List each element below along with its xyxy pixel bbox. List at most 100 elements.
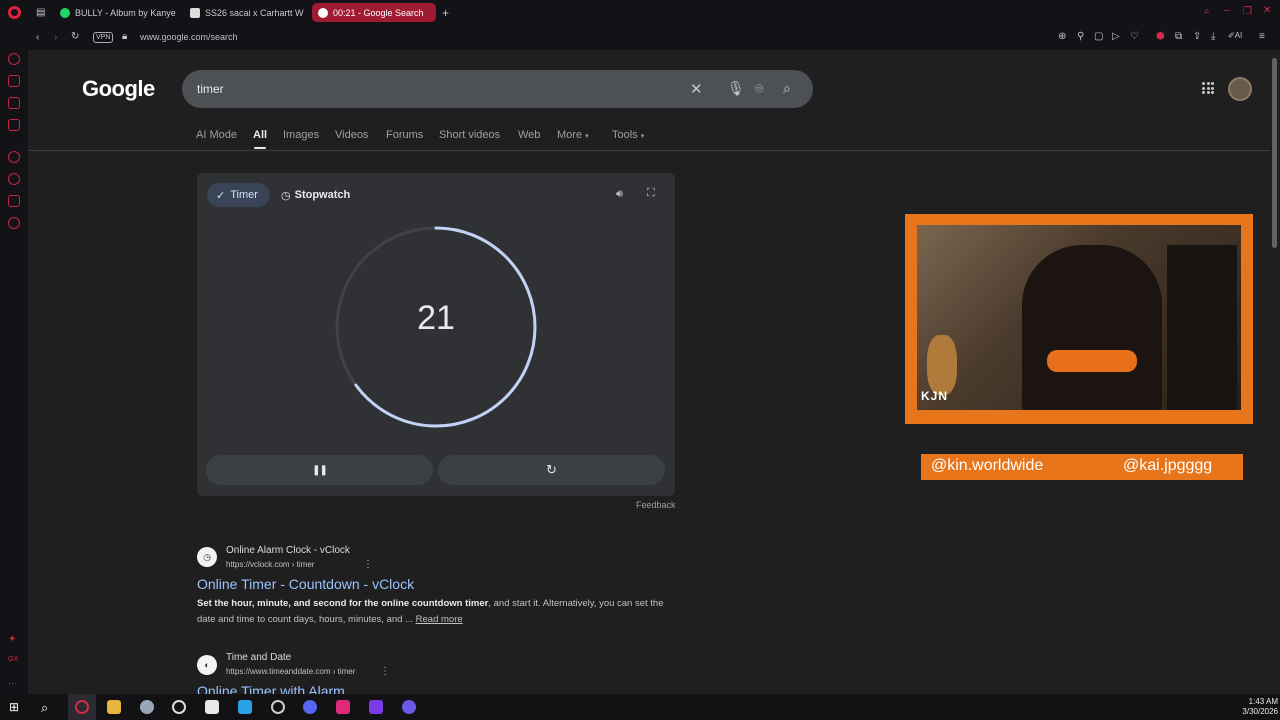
- more-options-icon[interactable]: ⋮: [380, 666, 390, 677]
- search-icon[interactable]: ⌕: [41, 700, 55, 715]
- more-options-icon[interactable]: ⋮: [363, 559, 373, 570]
- app-blue-icon[interactable]: [238, 700, 252, 714]
- reset-button[interactable]: ↻: [438, 455, 665, 485]
- account-avatar[interactable]: [1228, 77, 1252, 101]
- app-purple-icon[interactable]: [369, 700, 383, 714]
- zoom-icon[interactable]: ⊕: [1058, 32, 1066, 42]
- tab-tools[interactable]: Tools ▾: [612, 129, 644, 141]
- webcam-feed: KJN: [917, 225, 1241, 410]
- sidebar-whatsapp-icon[interactable]: [8, 119, 20, 131]
- scrollbar-thumb[interactable]: [1272, 58, 1277, 248]
- clear-icon[interactable]: ✕: [690, 80, 703, 98]
- tab-web[interactable]: Web: [518, 129, 540, 141]
- download-icon[interactable]: ⤓: [1211, 32, 1215, 42]
- stopwatch-mode-button[interactable]: ◷ Stopwatch: [281, 183, 350, 207]
- sidebar-settings-icon[interactable]: [8, 217, 20, 229]
- heart-icon[interactable]: ♡: [1130, 32, 1139, 42]
- back-icon[interactable]: ‹: [36, 33, 39, 43]
- timer-mode-button[interactable]: ✓ Timer: [207, 183, 270, 207]
- extensions-icon[interactable]: ⧉: [1175, 32, 1182, 42]
- tab-ai-mode[interactable]: AI Mode: [196, 129, 237, 141]
- result-url[interactable]: https://vclock.com › timer: [226, 560, 314, 569]
- chatgpt-icon[interactable]: [172, 700, 186, 714]
- sidebar-extensions-icon[interactable]: [8, 195, 20, 207]
- result-site-name[interactable]: Online Alarm Clock - vClock: [226, 545, 350, 556]
- system-clock[interactable]: 1:43 AM 3/30/2026: [1232, 697, 1278, 717]
- instagram-icon[interactable]: [336, 700, 350, 714]
- pause-button[interactable]: ❚❚: [206, 455, 433, 485]
- page-icon: [190, 7, 200, 18]
- chevron-down-icon: ▾: [640, 133, 645, 140]
- new-tab-icon[interactable]: +: [442, 7, 449, 19]
- header-divider: [28, 150, 1270, 151]
- sidebar-workspace-icon[interactable]: [8, 75, 20, 87]
- tab-google-search[interactable]: 00:21 - Google Search: [312, 3, 436, 22]
- search-box[interactable]: timer ✕ 🎙︎ ⌾ ⌕: [182, 70, 813, 108]
- adblock-icon[interactable]: ⬢: [1156, 32, 1165, 42]
- search-icon[interactable]: ⌕: [783, 80, 791, 97]
- fullscreen-icon[interactable]: ⛶: [647, 187, 655, 200]
- close-window-icon[interactable]: ✕: [1263, 6, 1271, 16]
- tab-all[interactable]: All: [253, 129, 267, 141]
- sidebar-music-icon[interactable]: [8, 151, 20, 163]
- pin-icon[interactable]: ⚲: [1077, 32, 1084, 42]
- spotify-icon: [60, 7, 70, 18]
- forward-icon[interactable]: ›: [54, 33, 57, 43]
- selected-tab-indicator: [254, 147, 266, 149]
- tab-short-videos[interactable]: Short videos: [439, 129, 500, 141]
- windows-start-icon[interactable]: ⊞: [9, 700, 23, 714]
- result-snippet: Set the hour, minute, and second for the…: [197, 596, 677, 628]
- discord-icon[interactable]: [303, 700, 317, 714]
- tab-videos[interactable]: Videos: [335, 129, 368, 141]
- sidebar-gx-icon[interactable]: ✦: [8, 634, 20, 646]
- ai-button[interactable]: ✐AI: [1228, 32, 1242, 40]
- google-apps-icon[interactable]: [1202, 82, 1214, 94]
- page-scrollbar[interactable]: [1270, 50, 1280, 694]
- minimize-icon[interactable]: –: [1224, 6, 1230, 16]
- file-explorer-icon[interactable]: [107, 700, 121, 714]
- result-url[interactable]: https://www.timeanddate.com › timer: [226, 667, 355, 676]
- tab-menu-icon[interactable]: ▤: [36, 8, 45, 18]
- reload-icon[interactable]: ↻: [71, 32, 79, 42]
- restore-icon[interactable]: ❐: [1243, 7, 1252, 17]
- sidebar-more-icon[interactable]: ⋯: [8, 678, 20, 690]
- lens-icon[interactable]: ⌾: [755, 80, 763, 97]
- tab-label: BULLY - Album by Kanye W: [75, 7, 176, 18]
- app-icon[interactable]: [140, 700, 154, 714]
- tab-more[interactable]: More ▾: [557, 129, 589, 141]
- tab-forums[interactable]: Forums: [386, 129, 423, 141]
- feedback-link[interactable]: Feedback: [636, 500, 676, 510]
- lock-icon[interactable]: 🔒︎: [122, 32, 127, 42]
- search-tabs-icon[interactable]: ⌕: [1204, 7, 1210, 17]
- player-icon[interactable]: ▷: [1112, 32, 1120, 42]
- tab-spotify[interactable]: BULLY - Album by Kanye W: [54, 3, 176, 22]
- share-icon[interactable]: ⇪: [1193, 32, 1201, 42]
- vpn-badge[interactable]: VPN: [93, 32, 114, 43]
- obs-icon[interactable]: [271, 700, 285, 714]
- steam-icon[interactable]: [205, 700, 219, 714]
- voice-search-icon[interactable]: 🎙︎: [727, 80, 745, 97]
- sound-icon[interactable]: 🔊︎: [616, 188, 623, 201]
- sidebar-aria-icon[interactable]: [8, 53, 20, 65]
- sidebar-messenger-icon[interactable]: [8, 97, 20, 109]
- snapshot-icon[interactable]: ▢: [1094, 32, 1103, 42]
- opera-logo-icon[interactable]: [8, 6, 21, 19]
- opera-gx-icon[interactable]: [75, 700, 89, 714]
- result-site-name[interactable]: Time and Date: [226, 652, 291, 663]
- snippet-highlight: Set the hour, minute, and second for the…: [197, 598, 489, 609]
- app-violet-icon[interactable]: [402, 700, 416, 714]
- tab-tools-label: Tools: [612, 129, 638, 141]
- sidebar-gx-logo-icon[interactable]: GX: [8, 656, 20, 668]
- sidebar-history-icon[interactable]: [8, 173, 20, 185]
- clock-time: 1:43 AM: [1248, 697, 1278, 706]
- search-input[interactable]: timer: [197, 82, 224, 96]
- read-more-link[interactable]: Read more: [416, 614, 463, 625]
- google-logo[interactable]: Google: [82, 76, 155, 102]
- easy-setup-icon[interactable]: ≡: [1259, 32, 1265, 42]
- url-field[interactable]: www.google.com/search: [140, 33, 238, 42]
- tab-sacai[interactable]: SS26 sacai x Carhartt WIP: [184, 3, 304, 22]
- tab-images[interactable]: Images: [283, 129, 319, 141]
- result-title-link[interactable]: Online Timer - Countdown - vClock: [197, 576, 414, 592]
- shelf-shape: [1167, 245, 1237, 410]
- handle-right: @kai.jpgggg: [1123, 457, 1213, 474]
